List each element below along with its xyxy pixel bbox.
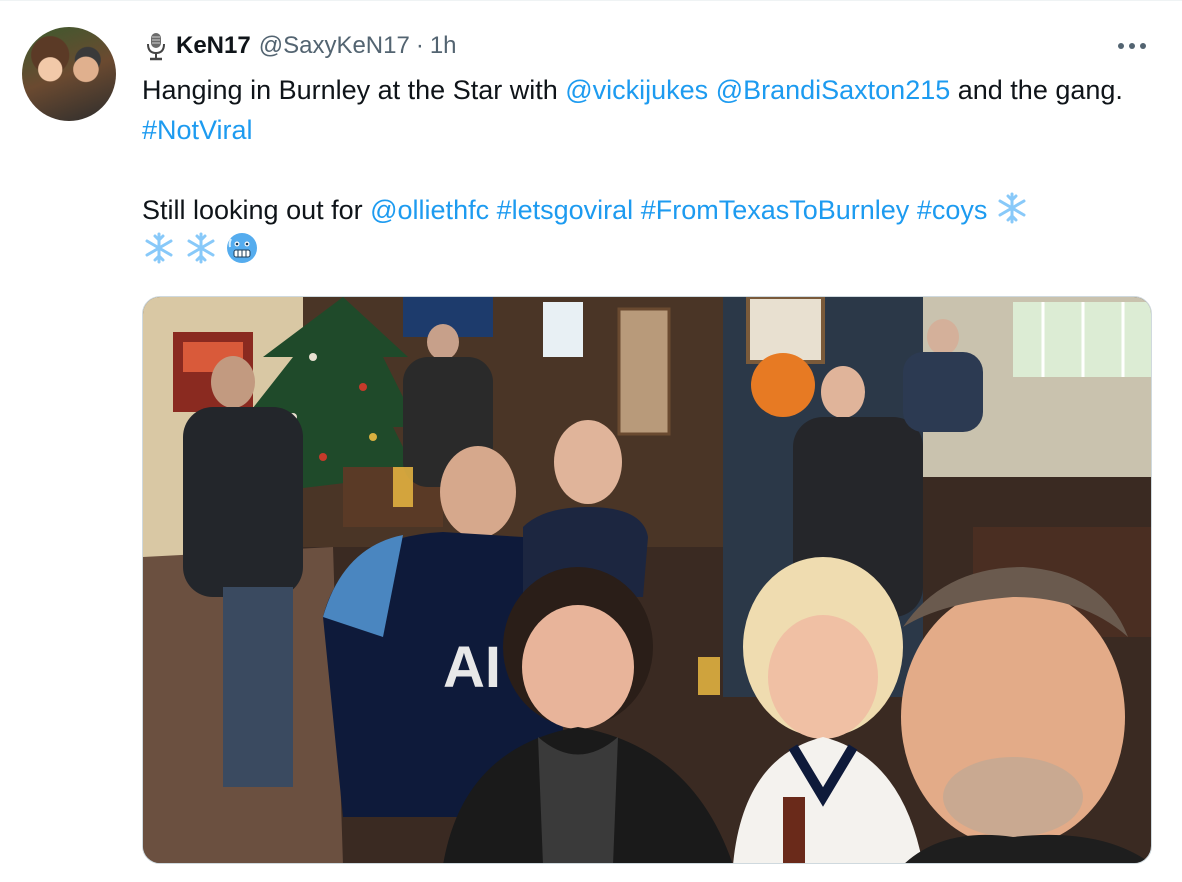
hashtag-fromtexastoburnley[interactable]: #FromTexasToBurnley [641,195,910,225]
separator-dot: · [415,32,424,59]
snowflake-emoji-icon [187,232,215,264]
user-handle[interactable]: @SaxyKeN17 [259,32,410,60]
tweet-photo[interactable]: AI [142,296,1152,864]
text-segment: Hanging in Burnley at the Star with [142,75,566,105]
avatar[interactable] [22,27,116,121]
tweet-header: KeN17 @SaxyKeN17 · 1h [142,30,457,62]
shirt-text: AI [443,635,501,700]
photo-scene: AI [143,297,1151,863]
mention-olliethfc[interactable]: @olliethfc [370,195,489,225]
text-segment: and the gang. [950,75,1123,105]
mention-brandisaxton215[interactable]: @BrandiSaxton215 [716,75,951,105]
display-name[interactable]: KeN17 [176,32,251,60]
snowflake-emoji-icon [145,232,173,264]
hashtag-coys[interactable]: #coys [917,195,988,225]
snowflake-emoji-icon [998,192,1026,224]
mention-vickijukes[interactable]: @vickijukes [565,75,708,105]
tweet-paragraph-2: Still looking out for @olliethfc #letsgo… [142,190,1152,270]
top-divider [0,0,1182,1]
tweet-paragraph-1: Hanging in Burnley at the Star with @vic… [142,70,1152,150]
cold-face-emoji-icon [227,233,258,263]
hashtag-letsgoviral[interactable]: #letsgoviral [497,195,634,225]
text-segment: Still looking out for [142,195,371,225]
more-options-icon[interactable] [1114,36,1150,56]
tweet-text: Hanging in Burnley at the Star with @vic… [142,70,1152,270]
timestamp[interactable]: 1h [430,32,457,60]
microphone-icon [147,33,165,61]
hashtag-notviral[interactable]: #NotViral [142,115,253,145]
